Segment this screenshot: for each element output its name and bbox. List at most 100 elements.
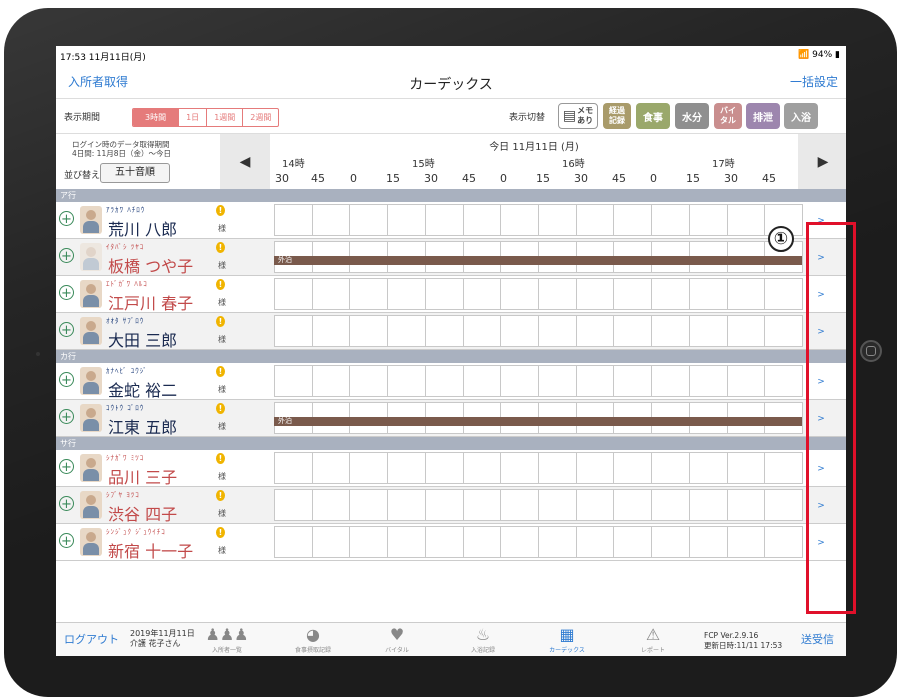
time-slot-cell[interactable] <box>424 452 464 484</box>
time-slot-cell[interactable] <box>688 365 728 397</box>
time-slot-cell[interactable] <box>274 278 313 310</box>
time-slot-cell[interactable] <box>274 526 313 558</box>
time-slot-cell[interactable] <box>575 365 615 397</box>
next-time-button[interactable]: ▶ <box>798 134 846 189</box>
progress-record-toggle[interactable]: 経過 記録 <box>603 103 631 129</box>
add-record-icon[interactable]: + <box>59 496 74 512</box>
time-slot-cell[interactable] <box>575 489 615 521</box>
resident-row[interactable]: + ｲﾀﾊﾞｼ ﾂﾔｺ 板橋 つや子! 様外泊 > <box>56 239 846 276</box>
time-slot-cell[interactable] <box>613 452 653 484</box>
time-slot-cell[interactable] <box>311 315 351 347</box>
time-slot-cell[interactable] <box>424 278 464 310</box>
vital-toggle[interactable]: バイ タル <box>714 103 742 129</box>
time-slot-cell[interactable] <box>613 489 653 521</box>
time-slot-cell[interactable] <box>500 489 540 521</box>
time-slot-cell[interactable] <box>500 452 540 484</box>
time-slot-cell[interactable] <box>311 489 351 521</box>
time-slot-cell[interactable] <box>311 204 351 236</box>
time-slot-cell[interactable] <box>424 204 464 236</box>
time-slot-cell[interactable] <box>387 489 426 521</box>
time-slot-cell[interactable] <box>538 489 577 521</box>
time-slot-cell[interactable] <box>387 452 426 484</box>
time-slot-cell[interactable] <box>688 315 728 347</box>
memo-toggle-button[interactable]: ▤ メモ あり <box>558 103 598 129</box>
time-slot-cell[interactable] <box>538 365 577 397</box>
time-slot-cell[interactable] <box>764 526 804 558</box>
add-record-icon[interactable]: + <box>59 533 74 549</box>
time-slot-cell[interactable] <box>764 315 804 347</box>
prev-time-button[interactable]: ◀ <box>220 134 270 189</box>
time-slot-cell[interactable] <box>651 526 690 558</box>
time-slot-cell[interactable] <box>538 315 577 347</box>
time-slot-cell[interactable] <box>726 204 766 236</box>
warning-icon[interactable]: ! <box>216 527 225 538</box>
time-slot-cell[interactable] <box>500 315 540 347</box>
sort-order-button[interactable]: 五十音順 <box>100 163 170 183</box>
time-slot-cell[interactable] <box>726 489 766 521</box>
time-slot-cell[interactable] <box>349 365 389 397</box>
time-slot-cell[interactable] <box>726 278 766 310</box>
warning-icon[interactable]: ! <box>216 205 225 216</box>
time-slot-cell[interactable] <box>424 489 464 521</box>
time-slot-cell[interactable] <box>424 365 464 397</box>
meal-toggle[interactable]: 食事 <box>636 103 670 129</box>
time-slot-cell[interactable] <box>613 526 653 558</box>
time-slot-cell[interactable] <box>311 278 351 310</box>
time-slot-cell[interactable] <box>688 204 728 236</box>
add-record-icon[interactable]: + <box>59 248 74 264</box>
bulk-settings-button[interactable]: 一括設定 <box>790 73 838 90</box>
time-slot-cell[interactable] <box>274 204 313 236</box>
time-slot-cell[interactable] <box>311 452 351 484</box>
resident-row[interactable]: + ｼﾅｶﾞﾜ ﾐﾂｺ 品川 三子! 様 > <box>56 450 846 487</box>
add-record-icon[interactable]: + <box>59 409 74 425</box>
add-record-icon[interactable]: + <box>59 285 74 301</box>
time-slot-cell[interactable] <box>651 278 690 310</box>
time-slot-cell[interactable] <box>274 489 313 521</box>
resident-row[interactable]: + ｺｳﾄｳ ｺﾞﾛｳ 江東 五郎! 様外泊 > <box>56 400 846 437</box>
time-slot-cell[interactable] <box>726 452 766 484</box>
time-slot-cell[interactable] <box>311 365 351 397</box>
time-slot-cell[interactable] <box>726 365 766 397</box>
time-slot-cell[interactable] <box>764 365 804 397</box>
resident-row[interactable]: + ｵｵﾀ ｻﾌﾞﾛｳ 大田 三郎! 様 > <box>56 313 846 350</box>
tab-meal-record[interactable]: ◕ 食事摂取記録 <box>278 625 348 654</box>
add-record-icon[interactable]: + <box>59 459 74 475</box>
time-slot-cell[interactable] <box>651 452 690 484</box>
time-slot-cell[interactable] <box>651 489 690 521</box>
warning-icon[interactable]: ! <box>216 316 225 327</box>
time-slot-cell[interactable] <box>688 526 728 558</box>
tab-vital[interactable]: ♥ バイタル <box>362 625 432 654</box>
time-slot-cell[interactable] <box>462 278 502 310</box>
time-slot-cell[interactable] <box>274 315 313 347</box>
time-slot-cell[interactable] <box>387 278 426 310</box>
home-button[interactable] <box>860 340 882 362</box>
time-slot-cell[interactable] <box>500 365 540 397</box>
time-slot-cell[interactable] <box>274 452 313 484</box>
tab-residents[interactable]: ♟♟♟ 入所者一覧 <box>192 625 262 654</box>
period-2w[interactable]: 2週間 <box>242 109 278 126</box>
resident-row[interactable]: + ｱﾗｶﾜ ﾊﾁﾛｳ 荒川 八郎! 様 > <box>56 202 846 239</box>
time-slot-cell[interactable] <box>613 204 653 236</box>
warning-icon[interactable]: ! <box>216 366 225 377</box>
time-slot-cell[interactable] <box>688 278 728 310</box>
excretion-toggle[interactable]: 排泄 <box>746 103 780 129</box>
logout-button[interactable]: ログアウト <box>64 631 119 647</box>
time-slot-cell[interactable] <box>764 278 804 310</box>
time-slot-cell[interactable] <box>349 489 389 521</box>
time-slot-cell[interactable] <box>651 315 690 347</box>
time-slot-cell[interactable] <box>538 452 577 484</box>
add-record-icon[interactable]: + <box>59 211 74 227</box>
add-record-icon[interactable]: + <box>59 372 74 388</box>
time-slot-cell[interactable] <box>274 365 313 397</box>
time-slot-cell[interactable] <box>462 365 502 397</box>
time-slot-cell[interactable] <box>575 452 615 484</box>
time-slot-cell[interactable] <box>764 452 804 484</box>
time-slot-cell[interactable] <box>462 315 502 347</box>
resident-row[interactable]: + ｴﾄﾞｶﾞﾜ ﾊﾙｺ 江戸川 春子! 様 > <box>56 276 846 313</box>
resident-row[interactable]: + ｼﾝｼﾞｭｸ ｼﾞｭｳｲﾁｺ 新宿 十一子! 様 > <box>56 524 846 561</box>
time-slot-cell[interactable] <box>462 204 502 236</box>
time-slot-cell[interactable] <box>387 526 426 558</box>
time-slot-cell[interactable] <box>311 526 351 558</box>
time-slot-cell[interactable] <box>575 315 615 347</box>
time-slot-cell[interactable] <box>387 365 426 397</box>
